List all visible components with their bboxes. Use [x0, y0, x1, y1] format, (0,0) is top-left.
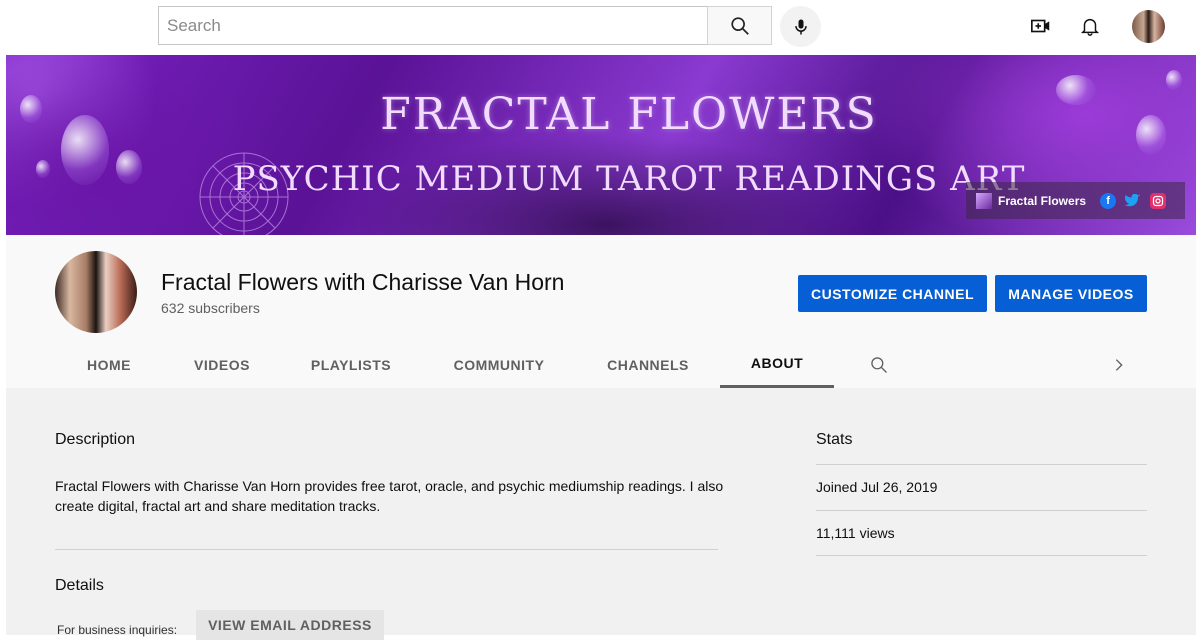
search-box[interactable] [158, 6, 707, 45]
link-thumbnail-icon [976, 192, 992, 209]
microphone-icon [794, 19, 807, 34]
water-drop [1166, 70, 1182, 90]
channel-name: Fractal Flowers with Charisse Van Horn [161, 269, 565, 295]
banner-link-label[interactable]: Fractal Flowers [998, 194, 1086, 208]
instagram-icon[interactable] [1150, 192, 1167, 209]
notifications-button[interactable] [1078, 14, 1102, 38]
facebook-icon[interactable]: f [1100, 192, 1117, 209]
search-button[interactable] [707, 6, 772, 45]
banner-title: FRACTAL FLOWERS [380, 89, 878, 140]
chevron-right-icon [1115, 358, 1123, 371]
search-icon [730, 16, 749, 35]
create-video-button[interactable] [1029, 14, 1053, 38]
description-text: Fractal Flowers with Charisse Van Horn p… [55, 478, 724, 514]
subscriber-count: 632 subscribers [161, 300, 260, 316]
channel-header: Fractal Flowers with Charisse Van Horn 6… [6, 235, 1196, 388]
description-heading: Description [55, 431, 136, 448]
view-count: 11,111 views [816, 525, 895, 541]
tab-community[interactable]: COMMUNITY [438, 341, 560, 388]
tabs-next-button[interactable] [1104, 341, 1134, 388]
details-heading: Details [55, 577, 104, 594]
divider [816, 555, 1147, 556]
twitter-icon[interactable] [1125, 193, 1141, 209]
tab-playlists[interactable]: PLAYLISTS [296, 341, 406, 388]
search-icon [871, 356, 887, 373]
manage-videos-button[interactable]: MANAGE VIDEOS [995, 275, 1147, 312]
tab-channels[interactable]: CHANNELS [594, 341, 702, 388]
account-avatar[interactable] [1132, 10, 1165, 43]
top-bar [0, 0, 1200, 55]
video-add-icon [1031, 19, 1050, 33]
tab-videos[interactable]: VIDEOS [176, 341, 268, 388]
channel-banner: FRACTAL FLOWERS PSYCHIC MEDIUM TAROT REA… [6, 55, 1196, 235]
joined-date: Joined Jul 26, 2019 [816, 479, 938, 495]
channel-search-button[interactable] [864, 341, 894, 388]
bell-icon [1080, 18, 1100, 36]
divider [816, 464, 1147, 465]
channel-tabs: HOME VIDEOS PLAYLISTS COMMUNITY CHANNELS… [6, 341, 1196, 388]
search-input[interactable] [159, 7, 707, 44]
channel-avatar [55, 251, 137, 333]
divider [55, 549, 718, 550]
banner-links: Fractal Flowers f [966, 182, 1185, 219]
tab-about[interactable]: ABOUT [720, 341, 834, 388]
view-email-button[interactable]: VIEW EMAIL ADDRESS [196, 610, 384, 640]
tab-home[interactable]: HOME [66, 341, 152, 388]
customize-channel-button[interactable]: CUSTOMIZE CHANNEL [798, 275, 987, 312]
voice-search-button[interactable] [780, 6, 821, 47]
stats-heading: Stats [816, 431, 853, 448]
divider [816, 510, 1147, 511]
about-content: Description Fractal Flowers with Chariss… [6, 388, 1196, 640]
